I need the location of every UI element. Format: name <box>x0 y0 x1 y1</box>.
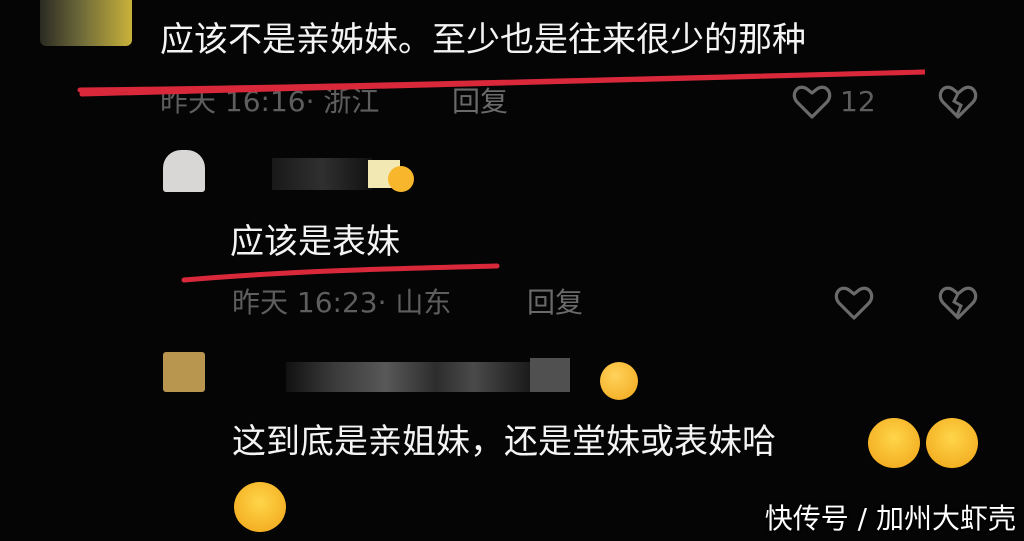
avatar[interactable] <box>163 150 205 192</box>
broken-heart-icon[interactable] <box>938 84 978 120</box>
avatar[interactable] <box>40 0 132 46</box>
reply-button-2[interactable]: 回复 <box>527 287 583 319</box>
heart-icon[interactable] <box>792 84 832 120</box>
like-count-1: 12 <box>840 85 876 118</box>
heart-icon[interactable] <box>834 285 874 321</box>
laughing-crying-emoji <box>234 482 286 532</box>
username-blurred[interactable] <box>272 158 372 190</box>
comment-text-2: 应该是表妹 <box>230 222 400 262</box>
username-blurred[interactable] <box>286 362 536 392</box>
reply-button-1[interactable]: 回复 <box>452 86 508 118</box>
avatar[interactable] <box>163 352 205 392</box>
watermark: 快传号 / 加州大虾壳 <box>764 502 1016 535</box>
laughing-crying-emoji <box>926 418 978 468</box>
laughing-crying-emoji <box>868 418 920 468</box>
smile-emoji <box>600 362 638 400</box>
smile-emoji <box>388 166 414 192</box>
broken-heart-icon[interactable] <box>938 285 978 321</box>
username-blurred <box>530 358 570 392</box>
comment-text-3: 这到底是亲姐妹，还是堂妹或表妹哈 <box>232 422 776 462</box>
comment-meta-1: 昨天 16:16· 浙江 <box>160 85 380 118</box>
comment-meta-2: 昨天 16:23· 山东 <box>232 286 452 319</box>
comment-text-1: 应该不是亲姊妹。至少也是往来很少的那种 <box>160 20 806 60</box>
